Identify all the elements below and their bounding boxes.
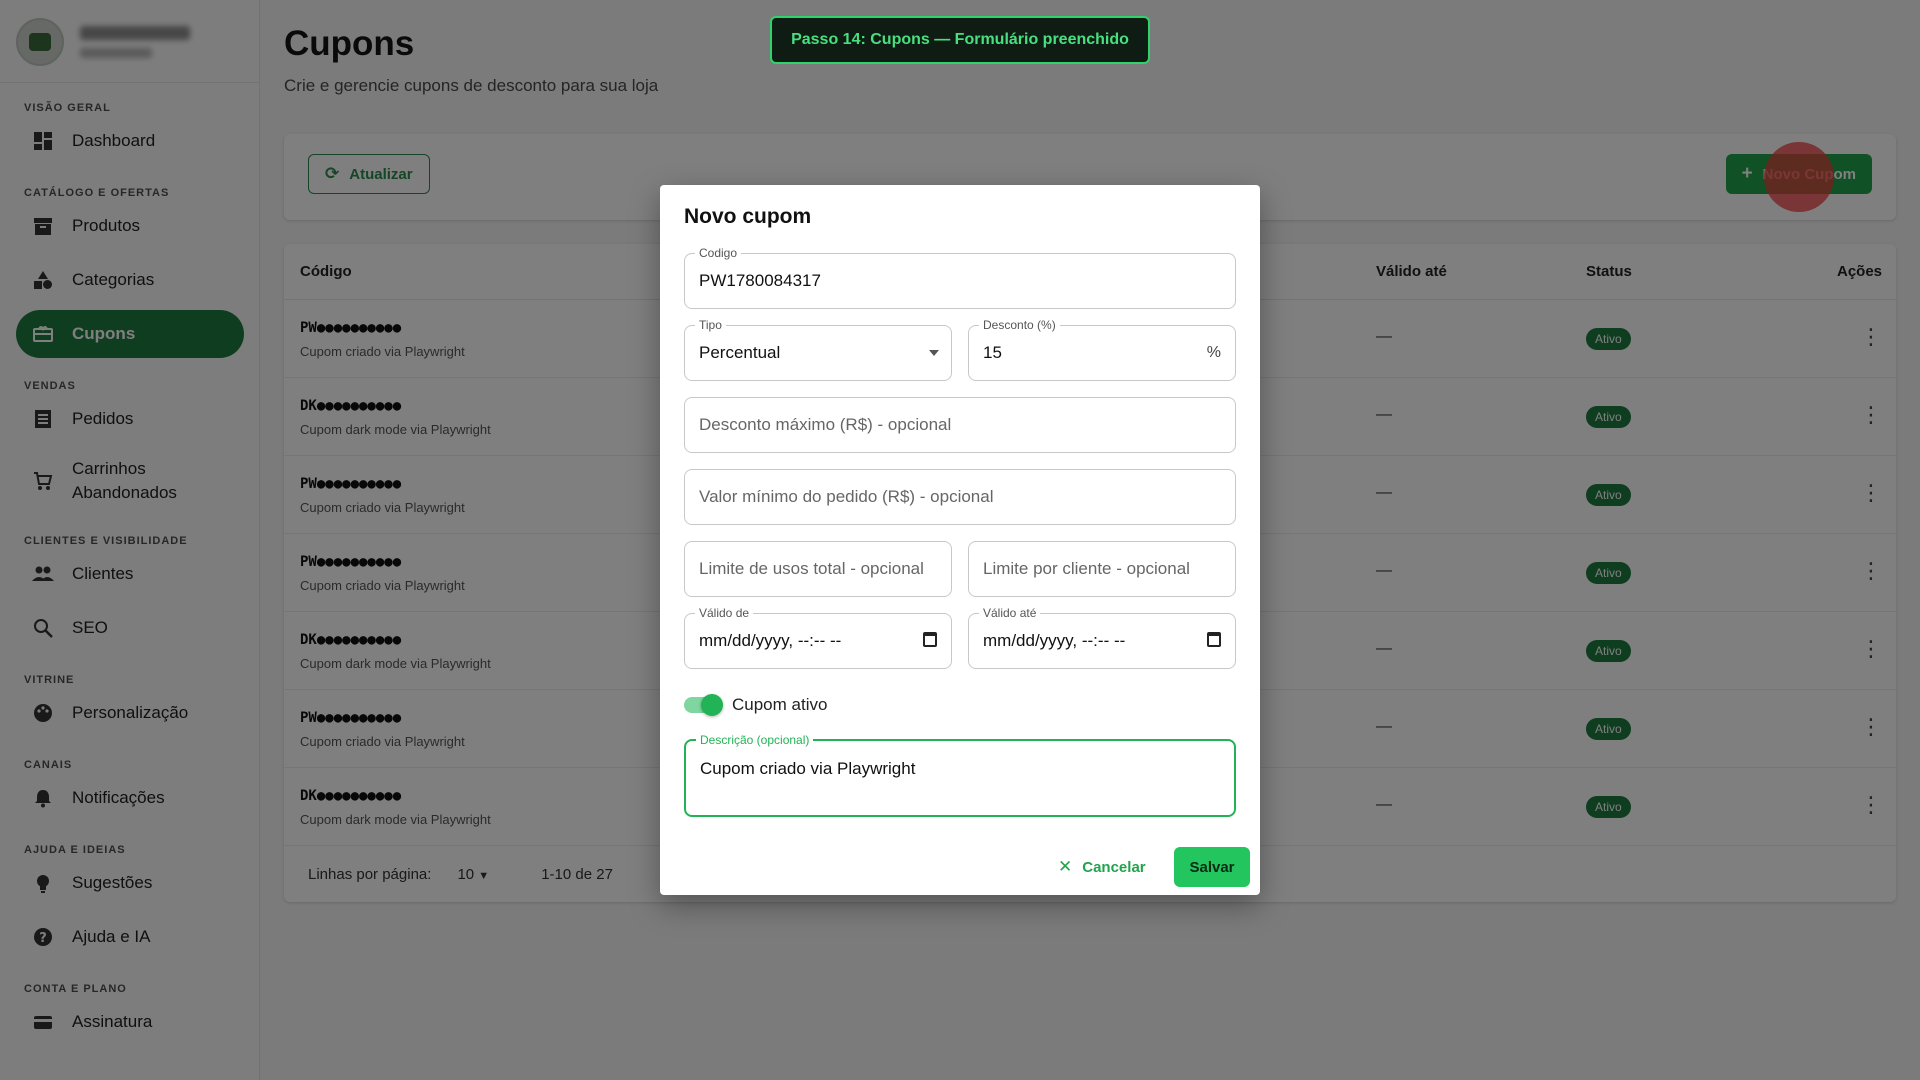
- type-value: Percentual: [699, 343, 781, 362]
- min-order-field[interactable]: Valor mínimo do pedido (R$) - opcional: [684, 469, 1236, 525]
- toggle-knob: [701, 694, 723, 716]
- save-button[interactable]: Salvar: [1174, 847, 1250, 887]
- description-value: Cupom criado via Playwright: [700, 759, 916, 778]
- usage-per-customer-placeholder: Limite por cliente - opcional: [983, 559, 1190, 578]
- new-coupon-dialog: Novo cupom Codigo PW1780084317 Tipo Perc…: [660, 185, 1260, 895]
- valid-until-label: Válido até: [979, 606, 1041, 620]
- valid-until-field[interactable]: Válido até mm/dd/yyyy, --:-- --: [968, 606, 1236, 669]
- percent-suffix: %: [1206, 344, 1221, 361]
- active-toggle[interactable]: Cupom ativo: [684, 694, 828, 716]
- description-field[interactable]: Descrição (opcional) Cupom criado via Pl…: [684, 733, 1236, 817]
- chevron-down-icon: [929, 350, 939, 356]
- discount-value: 15: [983, 343, 1002, 362]
- valid-from-label: Válido de: [695, 606, 754, 620]
- max-discount-field[interactable]: Desconto máximo (R$) - opcional: [684, 397, 1236, 453]
- max-discount-placeholder: Desconto máximo (R$) - opcional: [699, 415, 952, 434]
- valid-from-field[interactable]: Válido de mm/dd/yyyy, --:-- --: [684, 606, 952, 669]
- code-field[interactable]: Codigo PW1780084317: [684, 246, 1236, 309]
- cancel-button[interactable]: ✕ Cancelar: [1058, 847, 1146, 887]
- active-toggle-label: Cupom ativo: [732, 695, 828, 714]
- type-select[interactable]: Tipo Percentual: [684, 318, 952, 381]
- calendar-icon[interactable]: [923, 632, 937, 647]
- type-label: Tipo: [695, 318, 726, 332]
- usage-total-placeholder: Limite de usos total - opcional: [699, 559, 924, 578]
- step-banner: Passo 14: Cupons — Formulário preenchido: [770, 16, 1150, 64]
- usage-per-customer-field[interactable]: Limite por cliente - opcional: [968, 541, 1236, 597]
- description-label: Descrição (opcional): [696, 733, 814, 747]
- toggle-track: [684, 694, 723, 716]
- usage-total-field[interactable]: Limite de usos total - opcional: [684, 541, 952, 597]
- valid-from-value: mm/dd/yyyy, --:-- --: [699, 631, 842, 650]
- calendar-icon[interactable]: [1207, 632, 1221, 647]
- discount-label: Desconto (%): [979, 318, 1060, 332]
- valid-until-value: mm/dd/yyyy, --:-- --: [983, 631, 1126, 650]
- min-order-placeholder: Valor mínimo do pedido (R$) - opcional: [699, 487, 994, 506]
- cancel-label: Cancelar: [1082, 858, 1146, 876]
- code-value: PW1780084317: [699, 271, 821, 290]
- discount-field[interactable]: Desconto (%) 15 %: [968, 318, 1236, 381]
- dialog-title: Novo cupom: [684, 205, 812, 228]
- close-icon: ✕: [1058, 857, 1073, 876]
- code-label: Codigo: [695, 246, 742, 260]
